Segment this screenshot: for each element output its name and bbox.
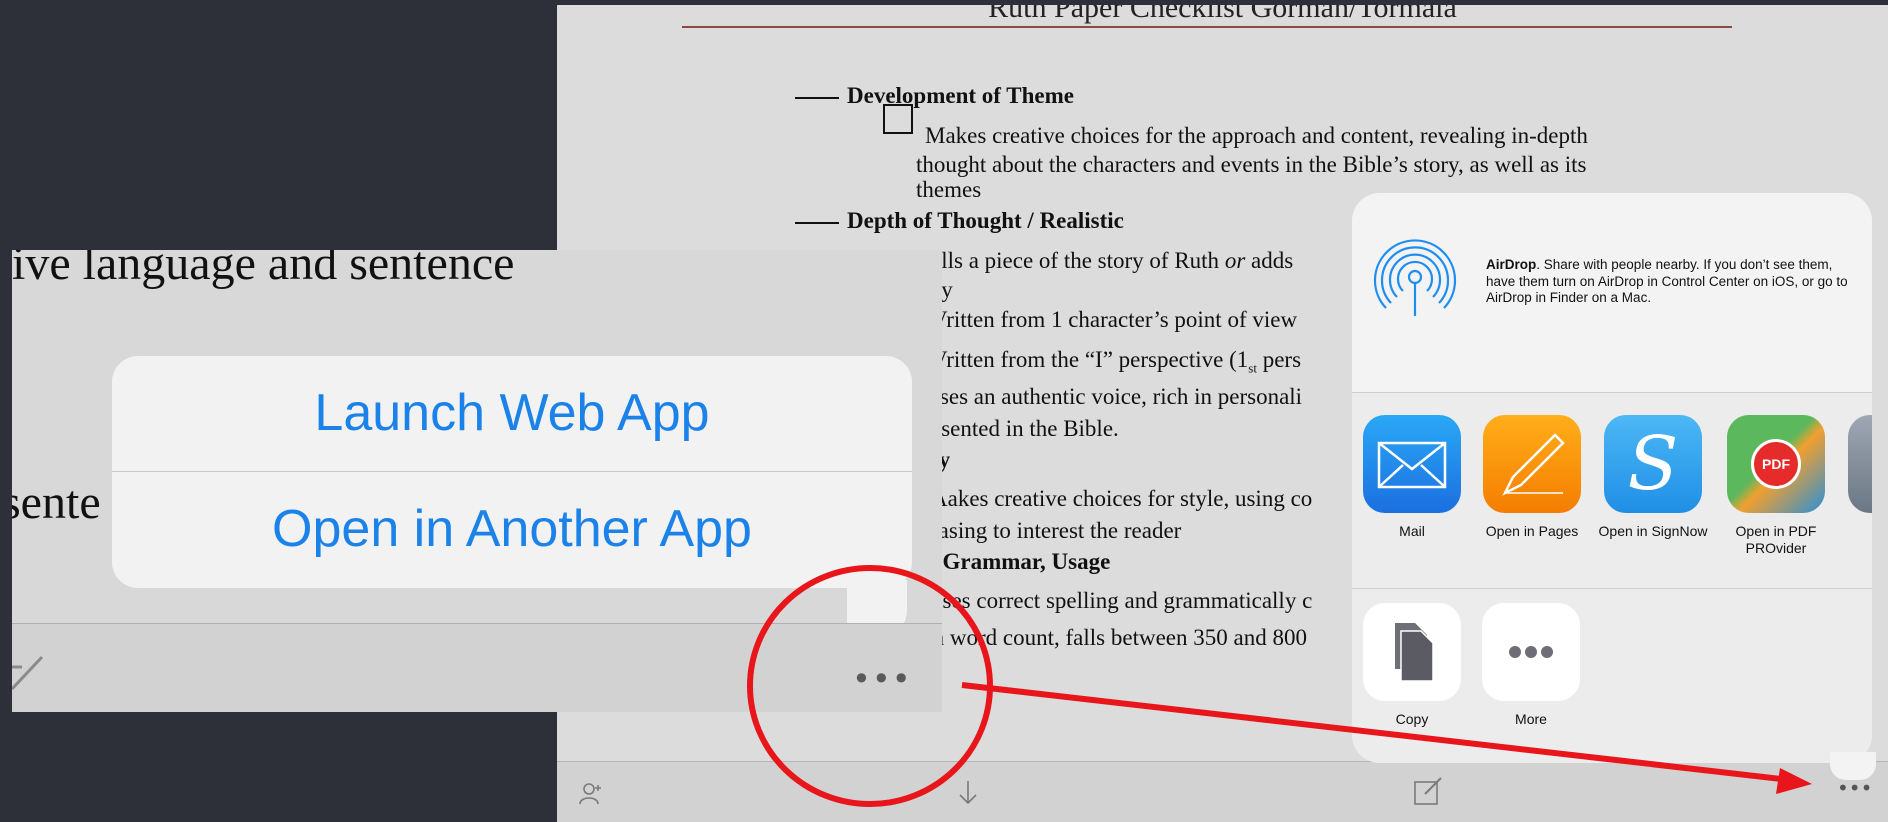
- share-app-mail[interactable]: Mail: [1357, 415, 1467, 540]
- airdrop-section[interactable]: AirDrop. Share with people nearby. If yo…: [1352, 193, 1872, 393]
- text-emphasis: or: [1224, 248, 1246, 273]
- text-part: ells a piece of the story of Ruth: [931, 248, 1220, 273]
- partial-app-icon: [1848, 415, 1872, 513]
- app-label: Open in SignNow: [1598, 523, 1708, 539]
- zoomed-doc-text: sente: [12, 476, 101, 529]
- edit-icon[interactable]: [1413, 776, 1445, 808]
- launch-web-app-button[interactable]: Launch Web App: [112, 356, 912, 470]
- airdrop-title: AirDrop: [1486, 257, 1537, 272]
- share-app-partial[interactable]: G: [1842, 415, 1872, 540]
- checklist-text: In word count, falls between 350 and 800: [925, 625, 1307, 650]
- checklist-text: Makes creative choices for the approach …: [925, 123, 1588, 148]
- action-label: Copy: [1395, 711, 1429, 727]
- dots-glyph: [1509, 646, 1553, 658]
- share-sheet: AirDrop. Share with people nearby. If yo…: [1352, 193, 1872, 763]
- checklist-text: Aakes creative choices for style, using …: [931, 486, 1313, 511]
- action-label: More: [1515, 711, 1547, 727]
- airdrop-icon: [1373, 239, 1457, 316]
- copy-glyph: [1395, 623, 1434, 682]
- app-label: Open in PDF PROvider: [1735, 523, 1817, 556]
- dash-marker: [795, 96, 839, 99]
- app-label: G: [1842, 523, 1872, 540]
- section-heading: Development of Theme: [795, 83, 1074, 109]
- add-person-icon[interactable]: [578, 781, 604, 807]
- checklist-text: Jses an authentic voice, rich in persona…: [931, 384, 1303, 409]
- signnow-glyph: S: [1627, 421, 1679, 507]
- share-sheet-pointer: [1830, 752, 1876, 780]
- open-in-another-app-button[interactable]: Open in Another App: [112, 472, 912, 586]
- checklist-text: uses correct spelling and grammatically …: [931, 588, 1313, 613]
- download-icon[interactable]: [957, 779, 979, 807]
- text-part: pers: [1262, 347, 1302, 372]
- text-part: adds: [1251, 248, 1294, 273]
- zoom-inset: ive language and sentence sente Launch W…: [12, 250, 942, 712]
- section-heading: Depth of Thought / Realistic: [795, 208, 1124, 234]
- bottom-toolbar: •••: [557, 761, 1888, 822]
- text-part: Vritten from the “I” perspective (1: [931, 347, 1249, 372]
- heading-text: Depth of Thought / Realistic: [847, 208, 1124, 233]
- superscript: st: [1248, 360, 1257, 376]
- share-app-signnow[interactable]: S Open in SignNow: [1598, 415, 1708, 540]
- checklist-text: Vritten from the “I” perspective (1st pe…: [931, 347, 1301, 377]
- copy-icon: [1363, 603, 1461, 701]
- checklist-text: thought about the characters and events …: [916, 152, 1587, 177]
- airdrop-body: . Share with people nearby. If you don’t…: [1486, 257, 1848, 305]
- pen-glyph: [1502, 433, 1565, 496]
- checklist-text: themes: [916, 177, 982, 202]
- action-more[interactable]: More: [1481, 603, 1581, 728]
- open-menu-popup: Launch Web App Open in Another App: [112, 356, 912, 588]
- checklist-text: Vritten from 1 character’s point of view: [931, 307, 1298, 332]
- action-copy[interactable]: Copy: [1362, 603, 1462, 728]
- more-dots-icon: [1482, 603, 1580, 701]
- zoomed-toolbar: [12, 623, 942, 712]
- share-app-pdf-provider[interactable]: PDF Open in PDF PROvider: [1721, 415, 1831, 557]
- zoomed-doc-text: ive language and sentence: [12, 250, 515, 290]
- pages-icon: [1483, 415, 1581, 513]
- checklist-text: esented in the Bible.: [931, 416, 1119, 441]
- section-heading: , Grammar, Usage: [931, 549, 1111, 574]
- app-label: Mail: [1399, 523, 1425, 539]
- signnow-icon: S: [1604, 415, 1702, 513]
- pdf-badge: PDF: [1751, 439, 1801, 489]
- checklist-text: rasing to interest the reader: [931, 518, 1182, 543]
- envelope-glyph: [1377, 441, 1447, 489]
- document-title: Ruth Paper Checklist Gorman/Tormala: [988, 5, 1457, 24]
- dash-marker: [795, 221, 839, 224]
- share-app-pages[interactable]: Open in Pages: [1477, 415, 1587, 540]
- more-button[interactable]: •••: [852, 660, 912, 698]
- checkbox[interactable]: [883, 104, 913, 134]
- heading-text: Development of Theme: [847, 83, 1074, 108]
- checklist-text: ells a piece of the story of Ruth or add…: [931, 248, 1293, 274]
- pdf-provider-icon: PDF: [1727, 415, 1825, 513]
- app-label: Open in Pages: [1485, 523, 1579, 539]
- mail-icon: [1363, 415, 1461, 513]
- title-underline: [682, 26, 1732, 28]
- edit-icon[interactable]: [12, 649, 52, 709]
- airdrop-description: AirDrop. Share with people nearby. If yo…: [1486, 257, 1856, 307]
